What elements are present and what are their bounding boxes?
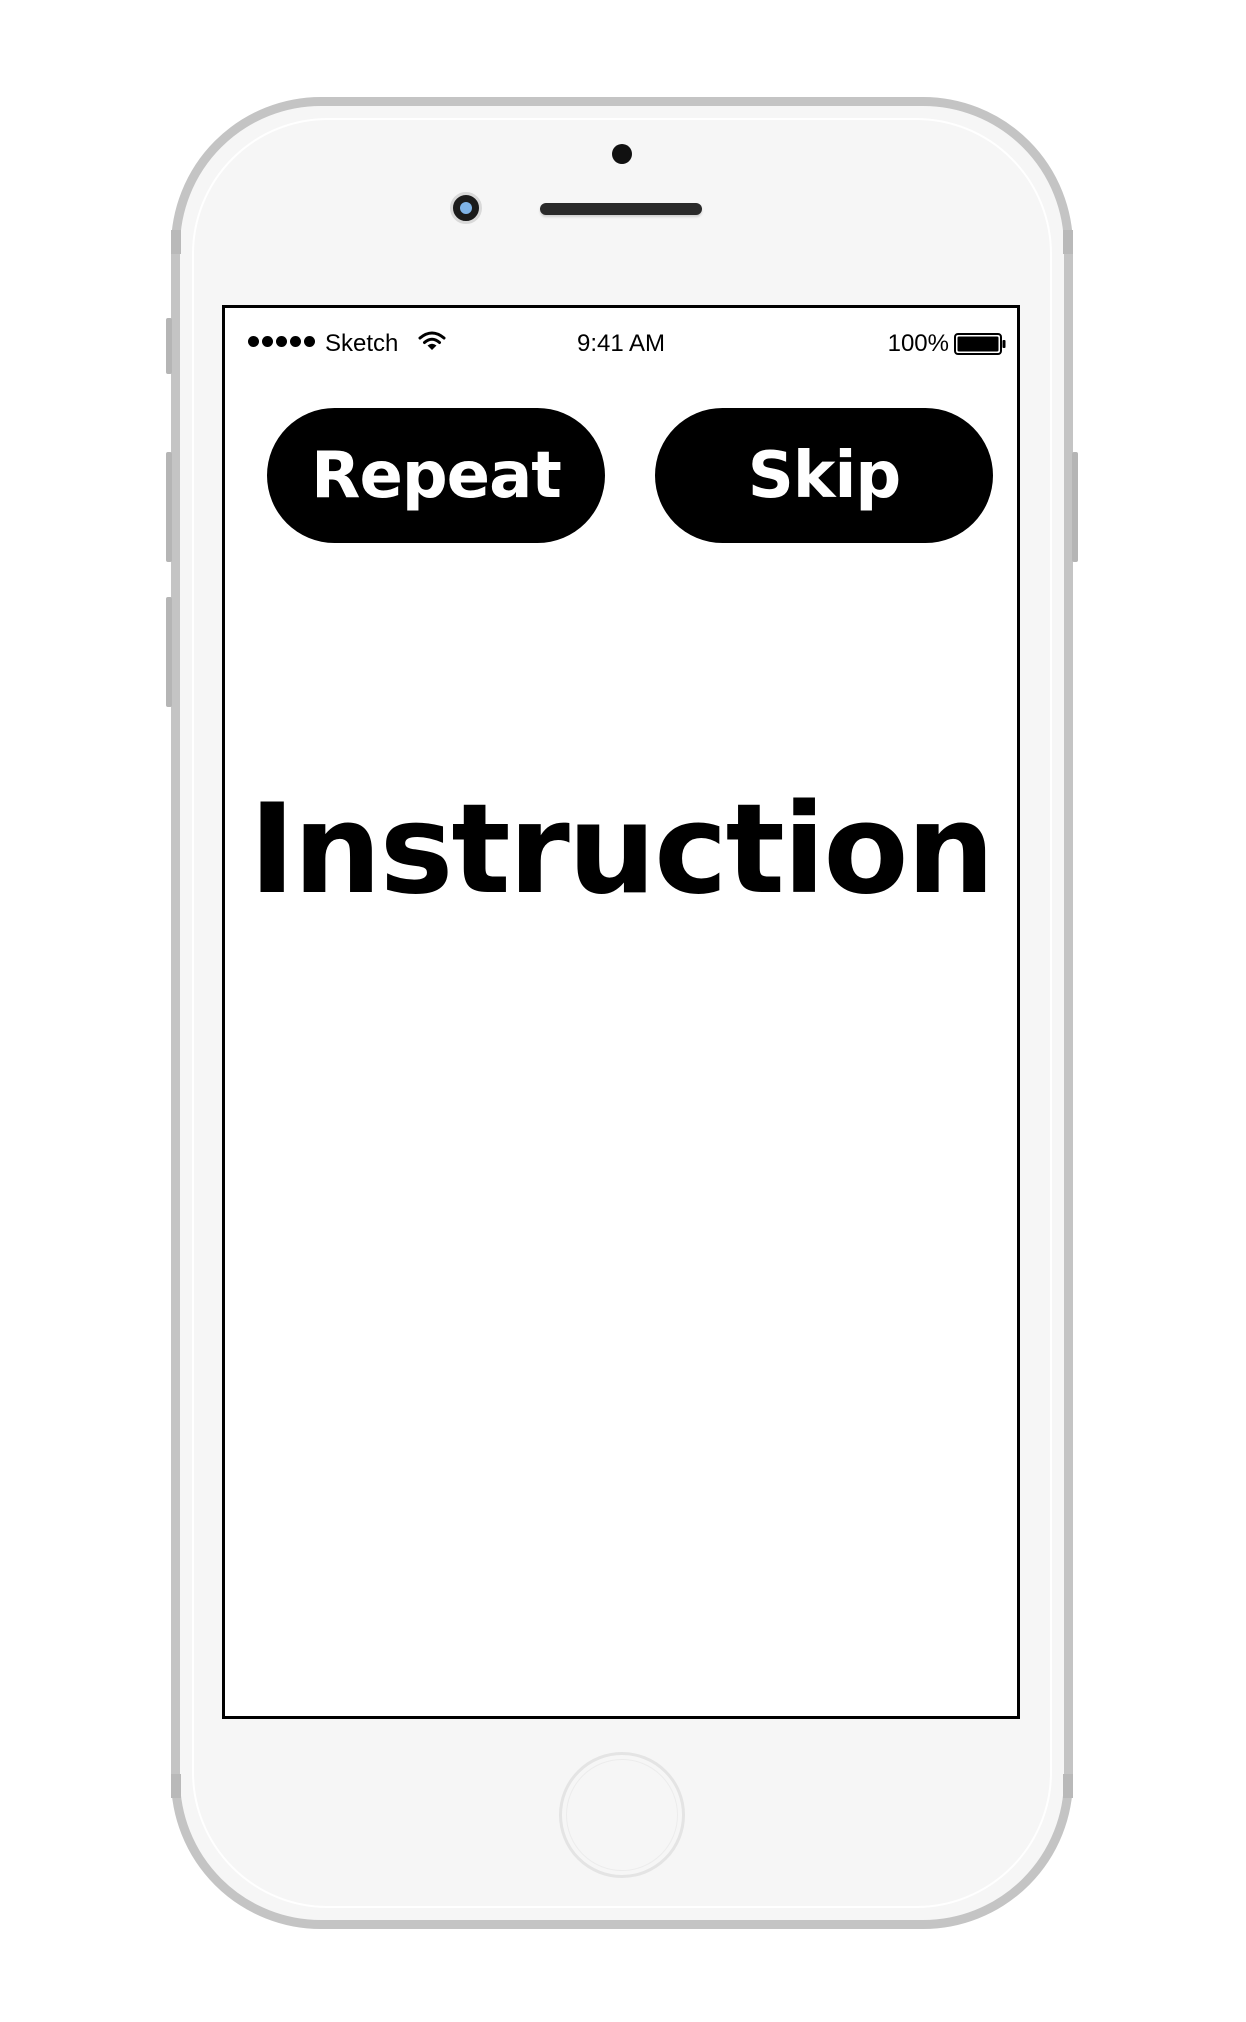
instruction-text: Instruction [249, 778, 995, 922]
status-bar: Sketch 9:41 AM 100% [225, 308, 1017, 368]
app-screen: Sketch 9:41 AM 100% Repeat Skip Instruct… [222, 305, 1020, 1719]
proximity-sensor [612, 144, 632, 164]
earpiece-speaker [540, 203, 702, 215]
volume-down-button [166, 597, 172, 707]
antenna-band [171, 230, 181, 254]
battery-icon [954, 333, 1006, 355]
mute-switch [166, 318, 172, 374]
front-camera-icon [450, 192, 482, 224]
repeat-button[interactable]: Repeat [267, 408, 605, 543]
skip-button[interactable]: Skip [655, 408, 993, 543]
volume-up-button [166, 452, 172, 562]
antenna-band [1063, 1774, 1073, 1798]
battery-percent: 100% [887, 330, 949, 357]
antenna-band [1063, 230, 1073, 254]
home-button[interactable] [559, 1752, 685, 1878]
power-button [1072, 452, 1078, 562]
antenna-band [171, 1774, 181, 1798]
